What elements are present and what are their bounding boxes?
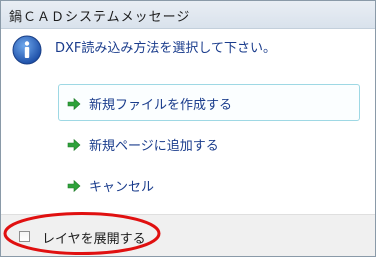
dialog-footer: レイヤを展開する xyxy=(1,214,375,256)
message-dialog: 鍋ＣＡＤシステムメッセージ DXF読み込み方法を選択して下さい。 新規ファイルを… xyxy=(0,0,376,257)
green-arrow-icon xyxy=(67,179,81,193)
add-to-new-page-button[interactable]: 新規ページに追加する xyxy=(58,125,360,162)
cancel-button[interactable]: キャンセル xyxy=(58,166,360,203)
title-bar[interactable]: 鍋ＣＡＤシステムメッセージ xyxy=(1,1,375,29)
dialog-message: DXF読み込み方法を選択して下さい。 xyxy=(55,41,277,56)
create-new-file-label: 新規ファイルを作成する xyxy=(89,98,233,113)
info-icon xyxy=(12,35,42,65)
green-arrow-icon xyxy=(67,138,81,152)
expand-layers-checkbox[interactable] xyxy=(19,231,30,242)
create-new-file-button[interactable]: 新規ファイルを作成する xyxy=(58,84,360,121)
green-arrow-icon xyxy=(67,97,81,111)
dialog-title: 鍋ＣＡＤシステムメッセージ xyxy=(9,10,191,25)
expand-layers-label[interactable]: レイヤを展開する xyxy=(42,228,146,247)
cancel-label: キャンセル xyxy=(89,180,155,195)
add-to-new-page-label: 新規ページに追加する xyxy=(89,139,219,154)
